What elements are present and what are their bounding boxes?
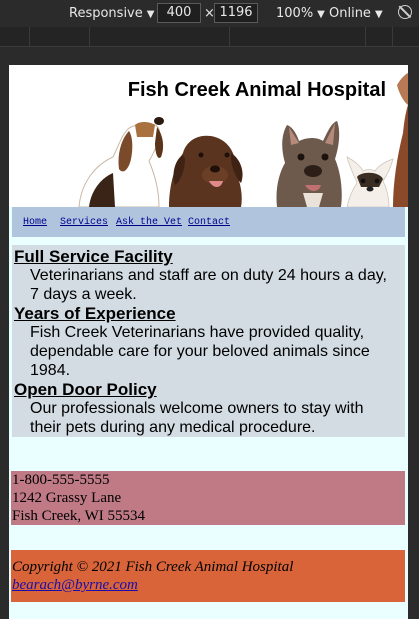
partial-dog-figure bbox=[393, 73, 408, 207]
viewport-width-input[interactable]: 400 bbox=[157, 3, 201, 23]
ruler-segment bbox=[90, 27, 230, 46]
ruler-segment bbox=[366, 27, 393, 46]
nav-link-home[interactable]: Home bbox=[23, 217, 47, 228]
site-title: Fish Creek Animal Hospital bbox=[127, 79, 386, 101]
footer-copyright: Copyright © 2021 Fish Creek Animal Hospi… bbox=[12, 559, 294, 575]
zoom-label: 100% bbox=[276, 6, 314, 21]
beagle-figure bbox=[78, 117, 164, 207]
throttle-select[interactable]: Online ▼ bbox=[329, 6, 383, 21]
media-query-ruler bbox=[0, 27, 419, 47]
section-text: Fish Creek Veterinarians have provided q… bbox=[30, 324, 370, 379]
chevron-down-icon: ▼ bbox=[146, 9, 155, 20]
contact-info: 1-800-555-5555 1242 Grassy Lane Fish Cre… bbox=[11, 471, 405, 525]
section-heading: Years of Experience bbox=[14, 304, 176, 323]
labrador-figure bbox=[169, 135, 243, 207]
chihuahua-figure bbox=[346, 156, 394, 207]
contact-street: 1242 Grassy Lane bbox=[12, 490, 122, 506]
contact-phone: 1-800-555-5555 bbox=[12, 472, 110, 488]
throttle-label: Online bbox=[329, 6, 371, 21]
ruler-segment bbox=[230, 27, 366, 46]
footer-email-link[interactable]: bearach@byrne.com bbox=[12, 577, 138, 593]
site-header: Fish Creek Animal Hospital bbox=[9, 65, 408, 207]
nav-link-contact[interactable]: Contact bbox=[188, 217, 230, 228]
section-text: Veterinarians and staff are on duty 24 h… bbox=[30, 267, 387, 303]
section-text: Our professionals welcome owners to stay… bbox=[30, 400, 364, 436]
section-heading: Open Door Policy bbox=[14, 380, 157, 399]
rotate-icon[interactable] bbox=[398, 5, 412, 19]
services-section: Full Service Facility Veterinarians and … bbox=[12, 245, 405, 437]
ruler-segment bbox=[0, 27, 30, 46]
page-viewport: Fish Creek Animal Hospital Home Services… bbox=[9, 65, 408, 619]
device-select[interactable]: Responsive ▼ bbox=[69, 6, 154, 21]
ruler-segment bbox=[30, 27, 90, 46]
site-footer: Copyright © 2021 Fish Creek Animal Hospi… bbox=[11, 550, 405, 602]
device-label: Responsive bbox=[69, 6, 143, 21]
contact-city: Fish Creek, WI 55534 bbox=[12, 508, 146, 524]
chevron-down-icon: ▼ bbox=[374, 9, 383, 20]
viewport-height-input[interactable]: 1196 bbox=[214, 3, 258, 23]
nav-link-services[interactable]: Services bbox=[60, 217, 108, 228]
chevron-down-icon: ▼ bbox=[317, 9, 325, 20]
main-nav: Home Services Ask the Vet Contact bbox=[12, 207, 405, 237]
section-heading: Full Service Facility bbox=[14, 247, 173, 266]
zoom-select[interactable]: 100% ▼ bbox=[276, 6, 325, 21]
french-bulldog-figure bbox=[276, 121, 342, 207]
devtools-device-toolbar: Responsive ▼ 400 × 1196 100% ▼ Online ▼ bbox=[0, 0, 419, 27]
nav-link-ask-the-vet[interactable]: Ask the Vet bbox=[116, 217, 182, 228]
